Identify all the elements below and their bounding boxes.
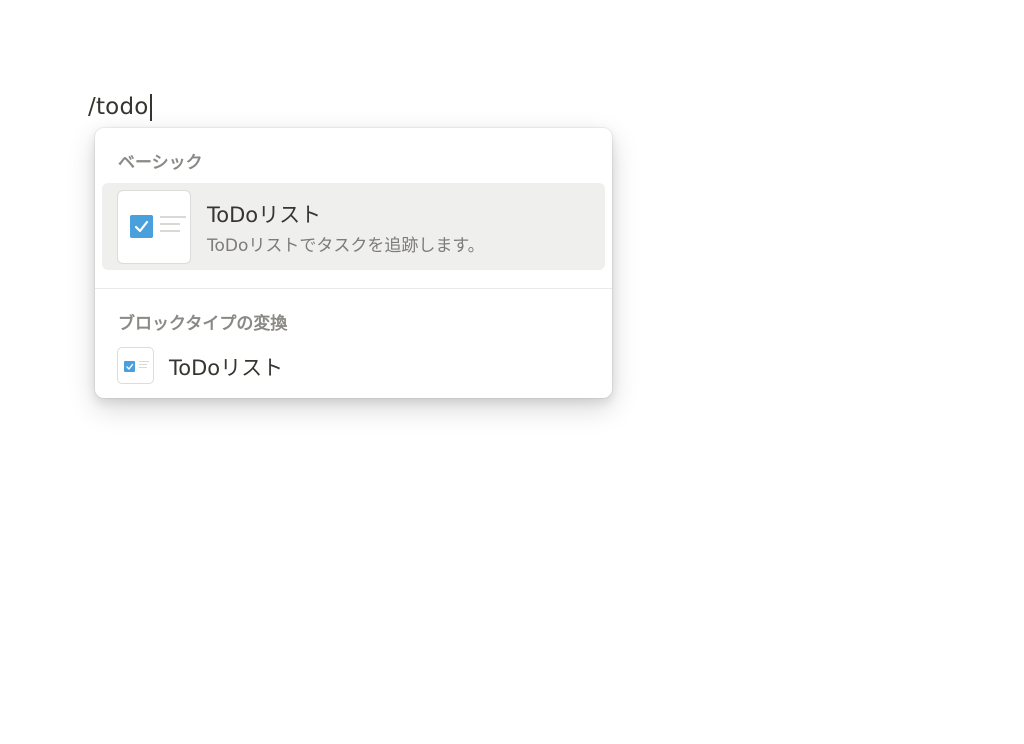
text-caret [149,93,152,121]
text-lines-icon [139,361,149,370]
menu-item-title: ToDoリスト [207,203,322,227]
menu-divider [95,288,612,289]
section-label-basic: ベーシック [118,153,203,173]
section-label-convert: ブロックタイプの変換 [118,314,288,334]
menu-item-todo-list[interactable]: ToDoリスト ToDoリストでタスクを追跡します。 [102,183,605,270]
slash-command-menu: ベーシック ToDoリスト ToDoリストでタスクを追跡します。 ブロックタイプ… [95,128,612,398]
editor-text-block[interactable]: /todo [88,90,152,124]
checkbox-checked-icon [130,215,153,238]
todo-list-small-thumbnail [117,347,154,384]
checkbox-checked-icon [124,361,135,372]
text-lines-icon [160,216,186,237]
editor-input-text[interactable]: /todo [88,94,149,120]
menu-item-convert-todo-list[interactable]: ToDoリスト [102,342,605,386]
page: /todo ベーシック ToDoリスト ToDoリストでタスクを追跡します。 ブ… [0,0,1024,744]
todo-list-thumbnail [117,190,191,264]
menu-item-title: ToDoリスト [169,356,284,380]
menu-item-description: ToDoリストでタスクを追跡します。 [207,236,485,256]
